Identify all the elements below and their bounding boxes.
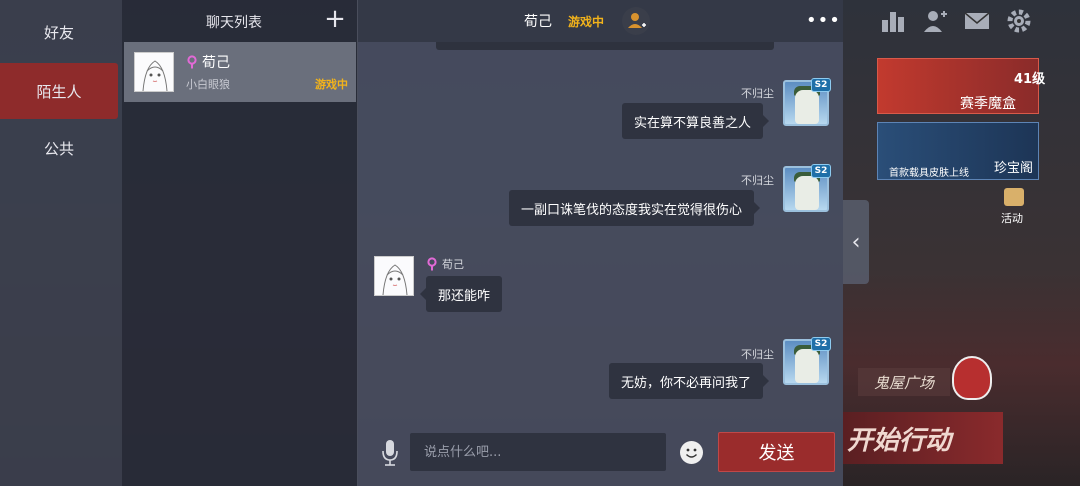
message-bubble: 实在算不算良善之人 — [622, 103, 770, 139]
more-options-button[interactable]: ••• — [806, 10, 841, 31]
chevron-left-icon: ‹ — [851, 229, 861, 255]
shop-label: 珍宝阁 — [994, 161, 1034, 176]
message-bubble: 无妨，你不必再问我了 — [609, 363, 770, 399]
my-avatar[interactable]: S2 — [783, 164, 831, 212]
tab-label: 陌生人 — [36, 82, 82, 101]
chat-panel: 荀己 游戏中 ••• 不归尘 实在算不算良善之人 S2 不归尘 一副口诛笔伐的态… — [358, 0, 843, 486]
activity-label[interactable]: 活动 — [1001, 210, 1023, 226]
message-bubble: 那还能咋 — [419, 276, 503, 312]
collapse-chat-button[interactable]: ‹ — [843, 200, 869, 284]
shop-subtitle: 首款载具皮肤上线 — [889, 168, 969, 179]
add-friend-icon — [628, 13, 646, 28]
season-badge: S2 — [811, 78, 831, 92]
add-friend-icon[interactable] — [922, 8, 948, 34]
sender-name: 不归尘 — [741, 174, 774, 187]
chat-list-header: 聊天列表 + — [122, 0, 358, 42]
mail-icon[interactable] — [964, 8, 990, 34]
start-action-button[interactable]: 开始行动 — [843, 412, 1003, 464]
settings-gear-icon[interactable] — [1006, 8, 1032, 34]
contact-avatar[interactable] — [374, 256, 414, 296]
contact-name: 荀己 — [202, 55, 230, 71]
contact-subtitle: 小白眼狼 — [186, 78, 230, 91]
emoji-button[interactable] — [680, 441, 703, 464]
female-icon — [427, 257, 437, 271]
season-level: 41级 — [1014, 72, 1046, 87]
new-chat-button[interactable]: + — [322, 6, 348, 34]
season-badge: S2 — [811, 337, 831, 351]
tab-strangers[interactable]: 陌生人 — [0, 63, 118, 119]
chat-list-panel: 聊天列表 + 荀己 小白眼狼 游戏中 — [122, 0, 358, 486]
ghost-house-text: 鬼屋广场 — [873, 373, 934, 392]
chat-header: 荀己 游戏中 ••• — [358, 0, 843, 42]
contact-item[interactable]: 荀己 小白眼狼 游戏中 — [124, 42, 356, 102]
contact-status: 游戏中 — [315, 78, 348, 91]
message-text: 实在算不算良善之人 — [634, 115, 752, 131]
ranking-icon[interactable] — [880, 8, 906, 34]
add-friend-button[interactable] — [622, 7, 650, 35]
category-tabs: 好友 陌生人 公共 — [0, 0, 122, 486]
chat-title: 荀己 — [524, 14, 552, 30]
previous-message-edge — [436, 42, 774, 50]
message-input[interactable] — [410, 433, 666, 471]
my-avatar[interactable]: S2 — [783, 337, 831, 385]
season-badge: S2 — [811, 164, 831, 178]
message-text: 一副口诛笔伐的态度我实在觉得很伤心 — [521, 202, 743, 218]
top-right-toolbar — [880, 8, 1032, 34]
activity-icon[interactable] — [1004, 188, 1024, 206]
ghost-house-label[interactable]: 鬼屋广场 — [858, 368, 950, 396]
season-box-label: 赛季魔盒 — [960, 96, 1016, 112]
send-button[interactable]: 发送 — [718, 432, 835, 472]
message-text: 那还能咋 — [438, 288, 491, 304]
sender-name: 不归尘 — [741, 348, 774, 361]
message-bubble: 一副口诛笔伐的态度我实在觉得很伤心 — [509, 190, 761, 226]
tab-label: 公共 — [43, 139, 74, 158]
tab-public[interactable]: 公共 — [0, 120, 118, 176]
tab-friends[interactable]: 好友 — [0, 4, 118, 60]
tab-label: 好友 — [43, 23, 74, 42]
my-avatar[interactable]: S2 — [783, 78, 831, 126]
ghost-mask-icon[interactable] — [952, 356, 992, 400]
smiley-icon — [680, 441, 703, 464]
microphone-icon[interactable] — [380, 438, 400, 468]
sender-name: 不归尘 — [741, 87, 774, 100]
sender-name: 荀己 — [442, 258, 464, 271]
contact-avatar — [134, 52, 174, 92]
chat-status: 游戏中 — [568, 15, 605, 29]
start-action-label: 开始行动 — [847, 425, 952, 456]
female-icon — [187, 55, 197, 69]
send-label: 发送 — [758, 443, 795, 464]
message-text: 无妨，你不必再问我了 — [621, 375, 752, 391]
chat-list-title: 聊天列表 — [206, 15, 262, 31]
